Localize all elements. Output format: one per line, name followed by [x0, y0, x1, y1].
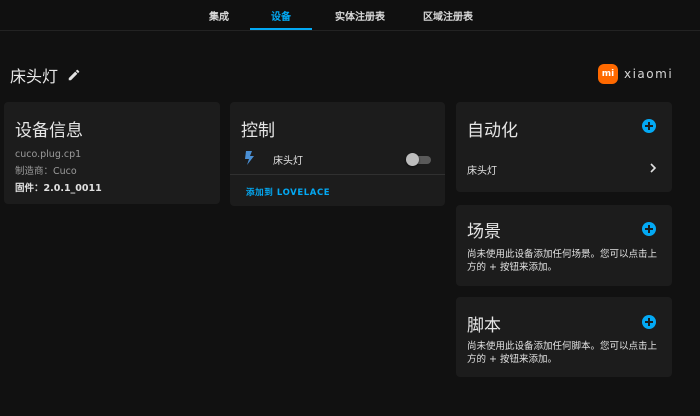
device-info-card: 设备信息 cuco.plug.cp1 制造商：Cuco 固件：2.0.1_001… [4, 102, 220, 204]
add-automation-icon[interactable] [642, 119, 656, 133]
page-header: 床头灯 [10, 62, 81, 88]
entity-row: 床头灯 [230, 142, 445, 175]
automation-title: 自动化 [467, 121, 518, 141]
scene-title: 场景 [467, 222, 501, 242]
page-title: 床头灯 [10, 67, 59, 86]
tab-integrations[interactable]: 集成 [190, 0, 248, 30]
device-manufacturer: 制造商：Cuco [15, 166, 77, 177]
control-title: 控制 [241, 121, 275, 141]
add-script-icon[interactable] [642, 315, 656, 329]
chevron-right-icon [650, 163, 657, 173]
pencil-icon[interactable] [67, 68, 81, 82]
brand-logo-group: mi xiaomi [598, 64, 673, 84]
add-to-lovelace-button[interactable]: 添加到 LOVELACE [246, 186, 330, 198]
entity-name[interactable]: 床头灯 [273, 152, 303, 167]
device-model: cuco.plug.cp1 [15, 149, 82, 160]
script-title: 脚本 [467, 316, 501, 336]
flash-icon [245, 151, 254, 165]
tab-devices[interactable]: 设备 [250, 0, 312, 30]
tab-entities[interactable]: 实体注册表 [324, 0, 396, 30]
script-card: 脚本 尚未使用此设备添加任何脚本。您可以点击上方的 + 按钮来添加。 [456, 297, 672, 377]
automation-card: 自动化 床头灯 [456, 102, 672, 192]
automation-item[interactable]: 床头灯 [456, 154, 672, 182]
entity-toggle[interactable] [406, 153, 432, 166]
device-firmware: 固件：2.0.1_0011 [15, 183, 102, 194]
device-info-title: 设备信息 [15, 121, 83, 141]
control-card: 控制 床头灯 添加到 LOVELACE [230, 102, 445, 206]
toggle-knob [406, 153, 419, 166]
brand-name: xiaomi [624, 67, 674, 81]
tab-areas[interactable]: 区域注册表 [412, 0, 484, 30]
xiaomi-logo-icon: mi [598, 64, 618, 84]
top-tab-bar: 集成 设备 实体注册表 区域注册表 [0, 0, 700, 31]
add-scene-icon[interactable] [642, 222, 656, 236]
automation-item-label: 床头灯 [467, 166, 497, 177]
scene-card: 场景 尚未使用此设备添加任何场景。您可以点击上方的 + 按钮来添加。 [456, 205, 672, 286]
active-tab-indicator [250, 28, 312, 30]
scene-description: 尚未使用此设备添加任何场景。您可以点击上方的 + 按钮来添加。 [467, 249, 658, 273]
script-description: 尚未使用此设备添加任何脚本。您可以点击上方的 + 按钮来添加。 [467, 341, 658, 365]
